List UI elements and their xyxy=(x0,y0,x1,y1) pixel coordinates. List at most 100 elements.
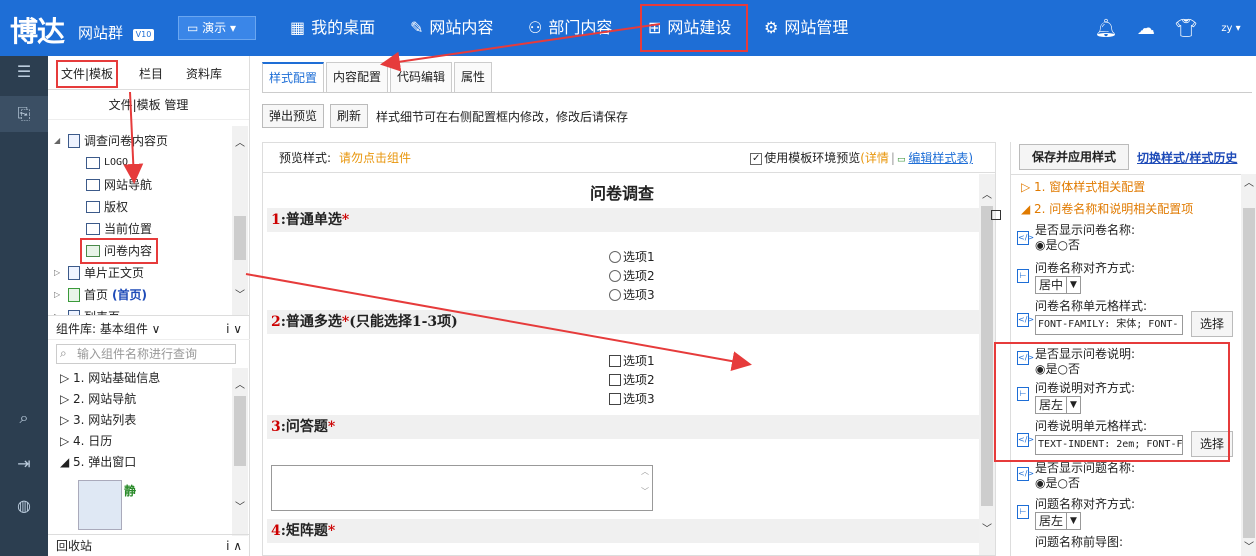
tree-scrollbar[interactable]: ︿ ﹀ xyxy=(232,126,248,315)
edit-stylesheet-link[interactable]: 编辑样式表) xyxy=(908,151,973,165)
nav-site-build[interactable]: ⊞ 网站建设 xyxy=(636,0,752,56)
q2-option[interactable]: 选项3 xyxy=(609,390,655,408)
q2-option[interactable]: 选项1 xyxy=(609,352,655,370)
nav-dept-content[interactable]: ⚇ 部门内容 xyxy=(520,0,620,56)
radio-button[interactable] xyxy=(609,251,621,263)
nav-site-content[interactable]: ✎ 网站内容 xyxy=(402,0,501,56)
name-cell-style-input[interactable]: FONT-FAMILY: 宋体; FONT- xyxy=(1035,315,1183,335)
scroll-thumb[interactable] xyxy=(981,206,993,506)
q-align-field: 问题名称对齐方式: 居左 ▼ xyxy=(1035,497,1135,530)
scroll-thumb[interactable] xyxy=(1243,208,1255,538)
menu-toggle-icon[interactable]: ☰ xyxy=(0,62,48,81)
scroll-down-icon[interactable]: ﹀ xyxy=(1241,538,1256,554)
nav-desktop[interactable]: ▦ 我的桌面 xyxy=(282,0,383,56)
popup-component-thumbnail[interactable] xyxy=(78,480,122,530)
tree-item-location[interactable]: 当前位置 xyxy=(86,218,152,240)
scroll-thumb[interactable] xyxy=(234,396,246,466)
tree-item-single-page[interactable]: ▷ 单片正文页 xyxy=(54,262,144,284)
radio-button[interactable] xyxy=(609,270,621,282)
section-window-style[interactable]: ▷ 1. 窗体样式相关配置 xyxy=(1015,177,1241,197)
tree-item-survey-page[interactable]: ◢ 调查问卷内容页 xyxy=(54,130,168,152)
caret-down-icon: ◢ xyxy=(54,136,61,145)
tab-library[interactable]: 资料库 xyxy=(183,62,225,86)
radio-icon[interactable]: ○ xyxy=(1058,238,1068,252)
scroll-down-icon[interactable]: ﹀ xyxy=(232,498,248,514)
tree-item-logo[interactable]: LOGO xyxy=(86,152,128,174)
component-item[interactable]: ▷ 2. 网站导航 xyxy=(60,389,136,410)
tree-item-home[interactable]: ▷ 首页 (首页) xyxy=(54,284,147,306)
textarea-scrollbar[interactable]: ︿ ﹀ xyxy=(638,466,652,510)
config-scrollbar[interactable]: ︿ ﹀ xyxy=(1241,174,1256,556)
checkbox[interactable] xyxy=(609,355,621,367)
preview-scrollbar[interactable]: ︿ ﹀ xyxy=(979,174,995,555)
component-item-label: 3. 网站列表 xyxy=(73,413,137,427)
scroll-up-icon[interactable]: ︿ xyxy=(979,186,995,202)
radio-selected-icon[interactable]: ◉ xyxy=(1035,238,1045,252)
component-item[interactable]: ▷ 3. 网站列表 xyxy=(60,410,136,431)
save-apply-button[interactable]: 保存并应用样式 xyxy=(1019,144,1130,170)
radio-selected-icon[interactable]: ◉ xyxy=(1035,476,1045,490)
scroll-thumb[interactable] xyxy=(234,216,246,260)
q2-option[interactable]: 选项2 xyxy=(609,371,655,389)
component-item[interactable]: ▷ 4. 日历 xyxy=(60,431,112,452)
component-search-input[interactable]: 输入组件名称进行查询 xyxy=(56,344,236,364)
q-align-select[interactable]: 居左 ▼ xyxy=(1035,512,1082,530)
export-icon[interactable]: ⇥ xyxy=(0,454,48,473)
q1-option[interactable]: 选项3 xyxy=(609,286,655,304)
component-item[interactable]: ◢ 5. 弹出窗口 xyxy=(60,452,136,473)
search-page-icon[interactable]: ⌕ xyxy=(0,408,48,428)
q1-option[interactable]: 选项1 xyxy=(609,248,655,266)
scroll-up-icon[interactable]: ︿ xyxy=(232,134,248,150)
answer-textarea[interactable]: ︿ ﹀ xyxy=(271,465,653,511)
globe-icon[interactable]: ◍ xyxy=(0,496,48,515)
name-cell-pick-button[interactable]: 选择 xyxy=(1191,311,1233,337)
tab-code-edit[interactable]: 代码编辑 xyxy=(390,62,453,92)
component-item-label: 1. 网站基础信息 xyxy=(73,371,161,385)
tree-item-nav[interactable]: 网站导航 xyxy=(86,174,152,196)
checkbox[interactable] xyxy=(609,374,621,386)
question-number: 3 xyxy=(271,419,281,435)
question-1-header: 1:普通单选* xyxy=(267,208,979,232)
tab-style-config[interactable]: 样式配置 xyxy=(262,62,325,92)
toggle-panel-icon[interactable] xyxy=(991,210,1001,220)
tab-content-config[interactable]: 内容配置 xyxy=(326,62,389,92)
nav-site-manage[interactable]: ⚙ 网站管理 xyxy=(756,0,856,56)
site-selector[interactable]: ▭ 演示 ▾ xyxy=(178,16,256,40)
tree-item-list[interactable]: ▷ 列表页 xyxy=(54,306,120,315)
section-survey-name[interactable]: ◢ 2. 问卷名称和说明相关配置项 xyxy=(1015,199,1241,219)
tab-properties[interactable]: 属性 xyxy=(454,62,493,92)
new-page-icon[interactable]: ⎘ xyxy=(0,96,48,132)
switch-style-link[interactable]: 切换样式/样式历史 xyxy=(1137,149,1237,166)
bell-icon[interactable]: 🔔︎ xyxy=(1086,18,1126,39)
info-collapse-icon[interactable]: i ∨ xyxy=(226,318,242,340)
q1-option[interactable]: 选项2 xyxy=(609,267,655,285)
tree-item-label: 列表页 xyxy=(84,306,120,315)
nav-desktop-label: 我的桌面 xyxy=(311,18,376,37)
component-item[interactable]: ▷ 1. 网站基础信息 xyxy=(60,368,160,389)
radio-button[interactable] xyxy=(609,289,621,301)
component-lib-header[interactable]: 组件库: 基本组件 ∨ i ∨ xyxy=(48,318,250,340)
survey-title: 问卷调查 xyxy=(589,184,654,203)
user-menu[interactable]: zy ▾ xyxy=(1206,23,1256,34)
recycle-bin[interactable]: 回收站 i ∧ xyxy=(48,534,250,556)
scroll-down-icon[interactable]: ﹀ xyxy=(979,520,995,536)
scroll-up-icon[interactable]: ︿ xyxy=(232,376,248,392)
tab-column[interactable]: 栏目 xyxy=(136,62,166,86)
required-mark: * xyxy=(341,212,350,228)
radio-icon[interactable]: ○ xyxy=(1058,476,1068,490)
shirt-icon[interactable]: 👕︎ xyxy=(1166,18,1206,39)
name-align-select[interactable]: 居中 ▼ xyxy=(1035,276,1082,294)
detail-link[interactable]: (详情 xyxy=(860,151,889,165)
popup-preview-button[interactable]: 弹出预览 xyxy=(262,104,325,128)
refresh-button[interactable]: 刷新 xyxy=(330,104,369,128)
component-scrollbar[interactable]: ︿ ﹀ xyxy=(232,368,248,536)
use-template-checkbox[interactable]: ✓ xyxy=(750,152,763,165)
tree-item-copyright[interactable]: 版权 xyxy=(86,196,128,218)
scroll-down-icon[interactable]: ﹀ xyxy=(232,286,248,302)
scroll-up-icon[interactable]: ︿ xyxy=(1241,174,1256,190)
tab-file-template[interactable]: 文件|模板 xyxy=(55,60,119,88)
checkbox[interactable] xyxy=(609,393,621,405)
tree-item-survey-content[interactable]: 问卷内容 xyxy=(79,238,159,264)
cloud-icon[interactable]: ☁︎ xyxy=(1126,18,1166,39)
info-expand-icon[interactable]: i ∧ xyxy=(226,535,242,556)
